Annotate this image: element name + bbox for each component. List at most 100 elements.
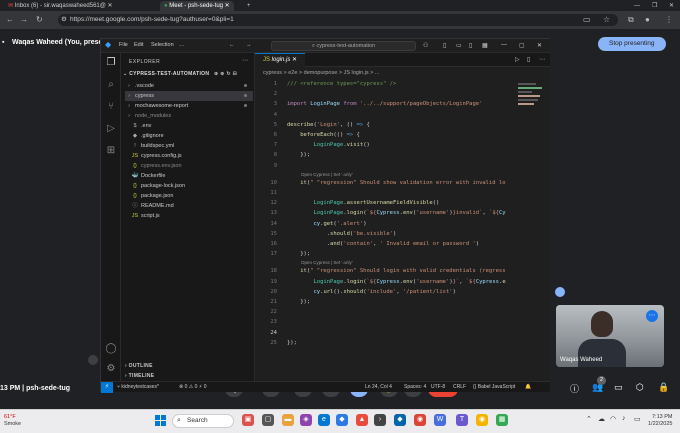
source-control-icon[interactable]: ⑂ [105,101,117,113]
close-icon[interactable]: ✕ [537,42,542,49]
photos-icon[interactable]: ▲ [356,414,368,426]
encoding-status[interactable]: UTF-8 [431,384,445,390]
sheets-icon[interactable]: ▦ [496,414,508,426]
settings-gear-icon[interactable]: ⚙ [105,363,117,375]
edge-icon[interactable]: e [318,414,330,426]
tree-item[interactable]: › .vscode [125,81,253,91]
menu-edit[interactable]: Edit [134,42,143,48]
menu-more-icon[interactable]: … [179,42,185,48]
tree-item[interactable]: JS script.js [131,211,259,221]
toggle-secondary-icon[interactable]: ▯ [469,42,472,49]
code-line[interactable]: }); [287,299,310,305]
volume-icon[interactable]: ♪ [622,415,626,422]
profile-icon[interactable]: ● [645,14,650,26]
tree-item[interactable]: {} package-lock.json [131,181,259,191]
menu-dots-icon[interactable]: ⋮ [665,14,673,26]
reaction-icon[interactable] [555,287,565,297]
hand-icon[interactable] [88,355,98,365]
battery-icon[interactable]: ▭ [634,415,641,423]
codelens-open-cypress[interactable]: Open Cypress | Set '.only' [301,172,353,177]
code-line[interactable]: }); [287,152,310,158]
bookmark-star-icon[interactable]: ☆ [603,14,610,26]
remote-icon[interactable]: ⚡ [101,382,113,393]
code-line[interactable]: }); [287,251,310,257]
teams-icon[interactable]: T [456,414,468,426]
problems-status[interactable]: ⊗ 0 ⚠ 0 ⚡ 0 [179,384,206,390]
forward-icon[interactable]: → [20,14,28,26]
chat-icon[interactable]: ▭ [614,382,623,393]
close-window-icon[interactable]: ✕ [665,1,678,11]
site-info-icon[interactable]: ⚙ [61,14,67,26]
copilot-icon[interactable]: ⚇ [423,42,428,49]
eol-status[interactable]: CRLF [453,384,466,390]
code-line[interactable]: }); [287,340,297,346]
cloud-icon[interactable]: ☁ [598,415,605,423]
language-mode[interactable]: {} Babel JavaScript [473,384,515,390]
url-field[interactable]: ⚙ https://meet.google.com/psh-sede-tug?a… [58,14,618,26]
close-icon[interactable]: ✕ [290,57,297,63]
layout-icon[interactable]: ▦ [482,42,488,49]
explorer-icon[interactable]: ❐ [105,57,117,69]
new-tab-button[interactable]: + [243,1,255,11]
tree-item[interactable]: $ .env [131,121,259,131]
split-editor-icon[interactable]: ▯ [527,56,530,63]
menu-selection[interactable]: Selection [151,42,174,48]
toggle-panel-icon[interactable]: ▭ [456,42,462,49]
nav-back-icon[interactable]: ← [229,42,235,48]
run-debug-icon[interactable]: ▷ [105,123,117,135]
timeline-section[interactable]: › TIMELINE [125,373,154,379]
stop-presenting-button[interactable]: Stop presenting [598,37,666,51]
store-icon[interactable]: ◆ [336,414,348,426]
code-line[interactable]: it(" "regression" Should show validation… [287,180,505,186]
maximize-icon[interactable]: ▢ [519,42,525,49]
code-line[interactable]: beforeEach(() => { [287,132,360,138]
workspace-root[interactable]: ⌄ CYPRESS-TEST-AUTOMATION ⊕ ⊕ ↻ ⊟ [123,71,253,77]
reload-icon[interactable]: ↻ [36,14,43,26]
run-icon[interactable]: ▷ [515,56,520,63]
code-line[interactable]: it(" "regression" Should login with vali… [287,268,505,274]
extensions-icon[interactable]: ⊞ [105,145,117,157]
vscode-taskbar-icon[interactable]: ◆ [394,414,406,426]
more-options-icon[interactable]: ⋯ [646,310,658,322]
codelens-open-cypress[interactable]: Open Cypress | Set '.only' [301,260,353,265]
code-line[interactable]: cy.url().should('include', '/patient/lis… [287,289,456,295]
maximize-icon[interactable]: ❐ [648,1,661,11]
code-line[interactable]: LoginPage.assertUsernameFieldVisible() [287,200,440,206]
taskbar-search[interactable]: ⌕ Search [172,414,234,428]
tree-item[interactable]: {} cypress.env.json [131,161,259,171]
breadcrumb[interactable]: cypress > e2e > demopurpose > JS login.j… [263,70,379,76]
tree-item[interactable]: 🐳 Dockerfile [131,171,259,181]
close-icon[interactable]: ✕ [225,3,230,9]
notifications-icon[interactable]: 🔔 [525,384,531,390]
code-line[interactable]: .should('be.visible') [287,231,397,237]
minimize-icon[interactable]: — [501,42,507,48]
windows-start-icon[interactable] [155,415,167,427]
tree-item[interactable]: › node_modules [125,111,253,121]
cast-icon[interactable]: ▭ [583,14,591,26]
account-icon[interactable]: ◯ [105,343,117,355]
indentation-status[interactable]: Spaces: 4 [404,384,426,390]
toggle-sidebar-icon[interactable]: ▯ [443,42,446,49]
code-line[interactable]: describe('Login', () => { [287,122,370,128]
outline-section[interactable]: › OUTLINE [125,363,153,369]
explorer-actions[interactable]: ⊕ ⊕ ↻ ⊟ [214,71,237,77]
activities-icon[interactable]: ⬡ [636,382,644,393]
code-line[interactable]: cy.get('.alert') [287,221,367,227]
taskbar-clock[interactable]: 7:13 PM 1/22/2025 [648,414,672,428]
host-controls-icon[interactable]: 🔒 [658,382,669,393]
back-icon[interactable]: ← [6,14,14,26]
code-line[interactable]: LoginPage.login(`${Cypress.env('username… [287,210,506,216]
app-icon[interactable]: ◈ [300,414,312,426]
tree-item[interactable]: JS cypress.config.js [131,151,259,161]
search-icon[interactable]: ⌕ [105,79,117,91]
chrome-alt-icon[interactable]: ◉ [476,414,488,426]
minimap[interactable] [518,81,544,111]
tree-item[interactable]: › mochawesome-report [125,101,253,111]
minimize-icon[interactable]: — [630,1,644,11]
chrome-icon[interactable]: ◉ [414,414,426,426]
wifi-icon[interactable]: ◠ [610,415,616,423]
tree-item[interactable]: ! buildspec.yml [131,141,259,151]
tree-item[interactable]: ◆ .gitignore [131,131,259,141]
weather-widget[interactable]: 61°F Smoke [4,414,21,428]
menu-file[interactable]: File [119,42,128,48]
